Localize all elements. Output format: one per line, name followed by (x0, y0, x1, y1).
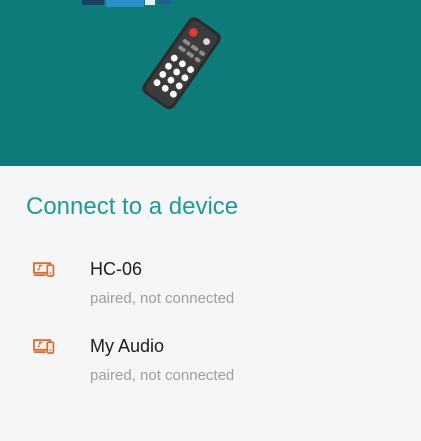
header-banner (0, 0, 421, 166)
device-row-my-audio[interactable]: My Audio paired, not connected (0, 328, 421, 405)
device-status: paired, not connected (90, 290, 235, 307)
device-picker-dialog: Connect to a device HC-06 paired, not co… (0, 166, 421, 441)
dialog-title: Connect to a device (26, 193, 239, 220)
device-status: paired, not connected (90, 367, 235, 384)
devices-icon (33, 262, 55, 277)
remote-control-icon (142, 17, 221, 110)
device-name: HC-06 (90, 259, 143, 279)
app-screen: Connect to a device HC-06 paired, not co… (0, 0, 421, 441)
device-name: My Audio (90, 336, 165, 356)
devices-icon (33, 339, 55, 354)
device-list: HC-06 paired, not connected My Audio pai… (0, 251, 421, 405)
device-row-hc-06[interactable]: HC-06 paired, not connected (0, 251, 421, 328)
